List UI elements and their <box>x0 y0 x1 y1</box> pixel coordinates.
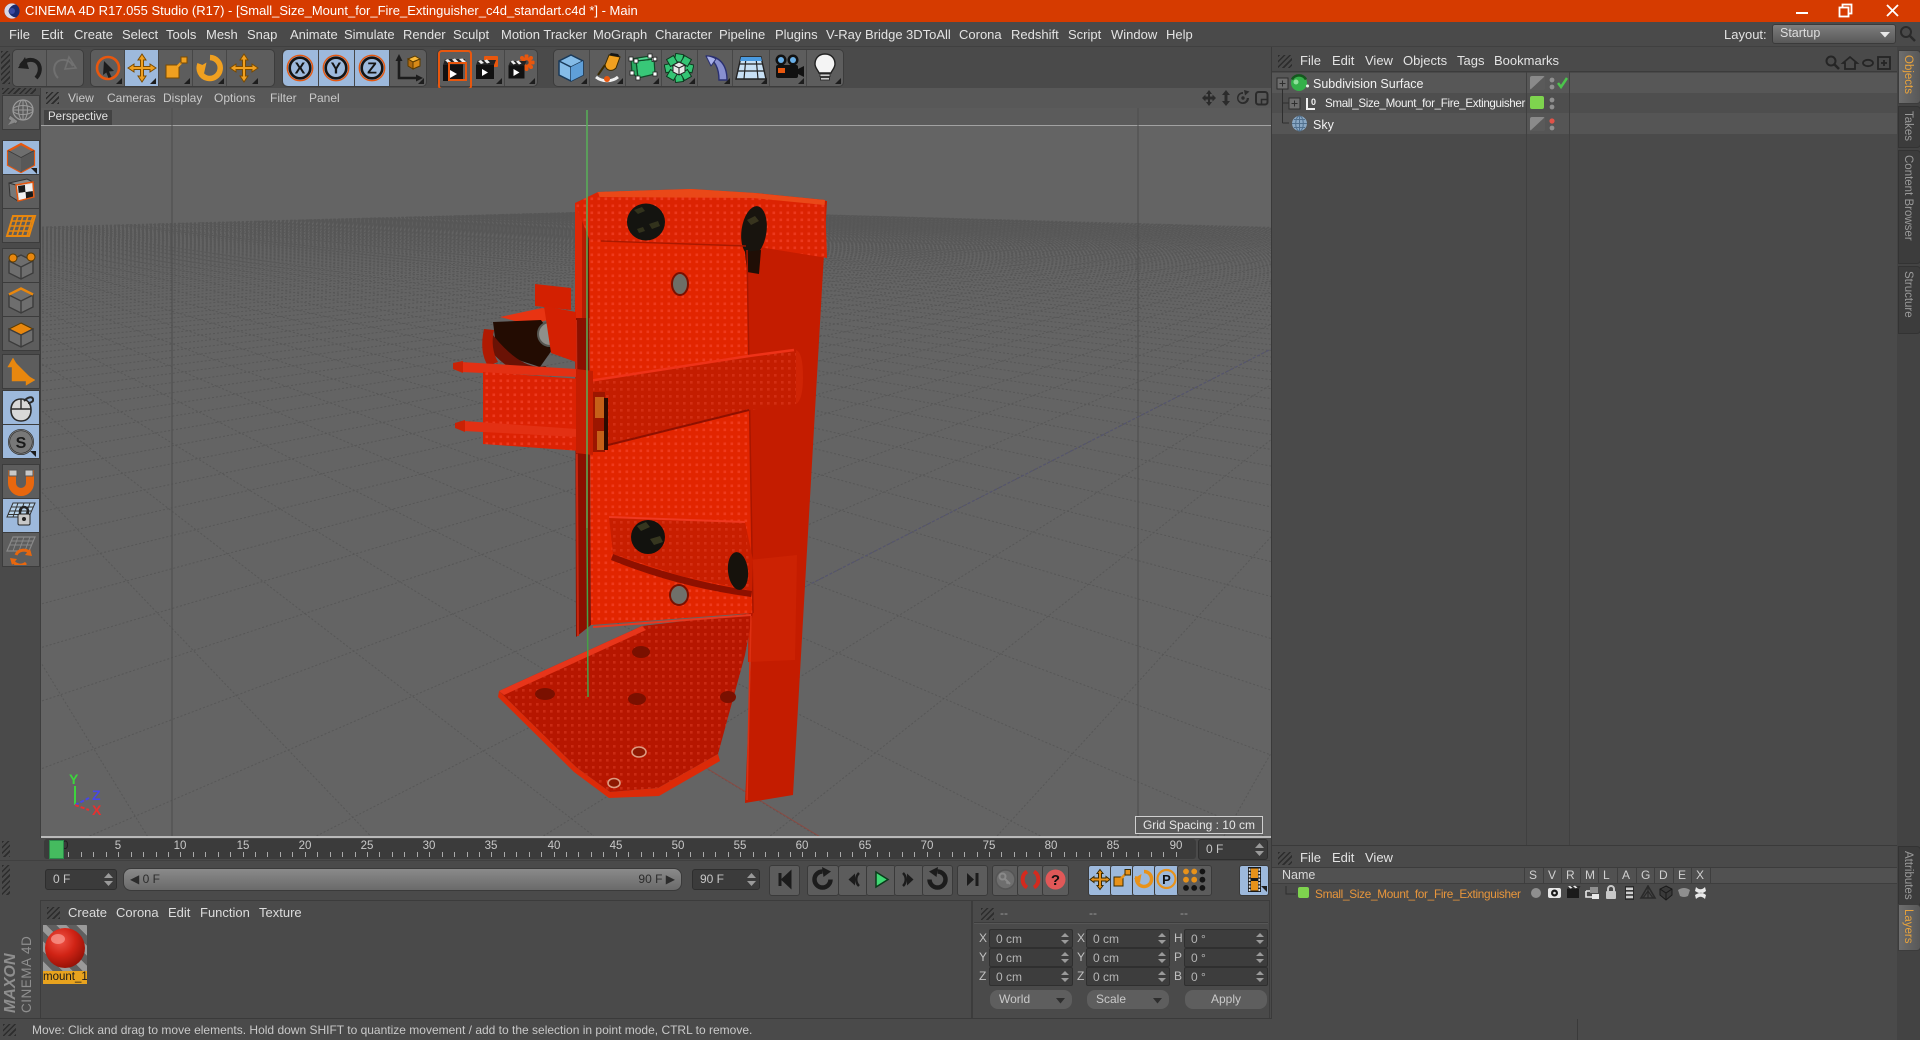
svg-text:P: P <box>1162 872 1171 887</box>
svg-text:X: X <box>92 802 102 818</box>
svg-text:Y: Y <box>331 61 342 78</box>
svg-text:0: 0 <box>1311 97 1316 107</box>
svg-text:?: ? <box>1051 872 1060 889</box>
svg-text:Z: Z <box>367 61 377 78</box>
svg-text:S: S <box>16 435 27 452</box>
svg-text:X: X <box>295 61 306 78</box>
svg-text:Y: Y <box>69 771 79 787</box>
svg-text:Z: Z <box>92 787 101 803</box>
